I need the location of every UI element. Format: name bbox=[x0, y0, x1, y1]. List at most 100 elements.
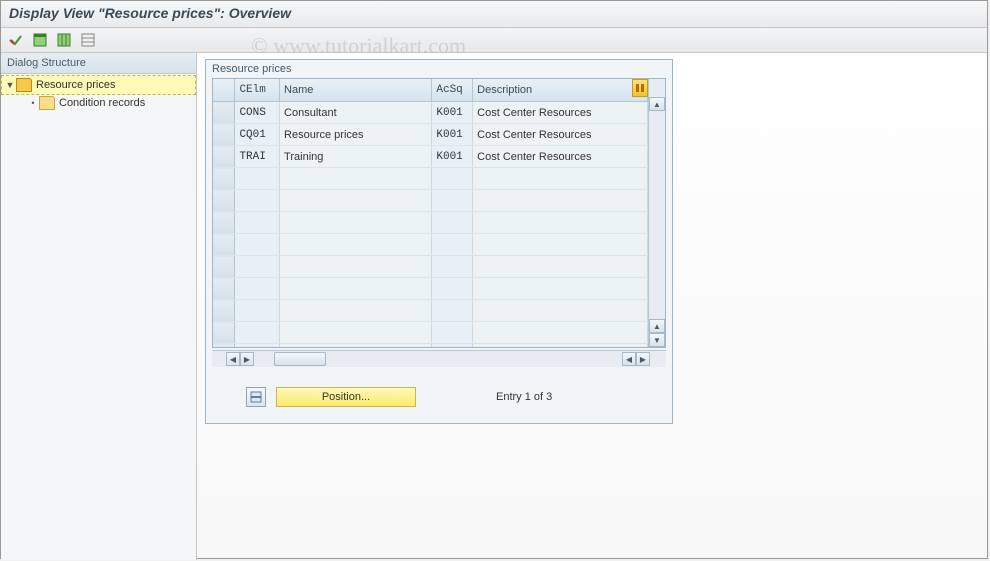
table-row-empty[interactable] bbox=[213, 190, 648, 212]
table-row[interactable]: CONSConsultantK001Cost Center Resources bbox=[213, 102, 648, 124]
position-button[interactable]: Position... bbox=[276, 387, 416, 407]
cell-celm[interactable] bbox=[235, 300, 280, 322]
cell-celm[interactable] bbox=[235, 168, 280, 190]
tree-item-condition-records[interactable]: • Condition records bbox=[1, 94, 196, 112]
table-row-empty[interactable] bbox=[213, 322, 648, 344]
hscroll-track[interactable] bbox=[254, 352, 622, 366]
cell-name[interactable] bbox=[280, 256, 432, 278]
table-row[interactable]: TRAITrainingK001Cost Center Resources bbox=[213, 146, 648, 168]
cell-acsq[interactable] bbox=[432, 322, 473, 344]
table-row-empty[interactable] bbox=[213, 212, 648, 234]
table-row[interactable]: CQ01Resource pricesK001Cost Center Resou… bbox=[213, 124, 648, 146]
cell-acsq[interactable] bbox=[432, 256, 473, 278]
cell-acsq[interactable] bbox=[432, 300, 473, 322]
panel-title: Resource prices bbox=[206, 60, 672, 78]
cell-description[interactable] bbox=[473, 256, 648, 278]
cell-description[interactable]: Cost Center Resources bbox=[473, 102, 648, 124]
cell-celm[interactable] bbox=[235, 278, 280, 300]
table-row-empty[interactable] bbox=[213, 168, 648, 190]
cell-celm[interactable] bbox=[235, 190, 280, 212]
row-selector[interactable] bbox=[213, 278, 235, 300]
table-row-empty[interactable] bbox=[213, 278, 648, 300]
cell-celm[interactable] bbox=[235, 256, 280, 278]
cell-description[interactable] bbox=[473, 278, 648, 300]
scroll-down-icon[interactable]: ▼ bbox=[649, 333, 665, 347]
row-selector[interactable] bbox=[213, 344, 235, 348]
cell-celm[interactable]: CQ01 bbox=[235, 124, 280, 146]
scroll-up-icon[interactable]: ▲ bbox=[649, 97, 665, 111]
cell-description[interactable]: Cost Center Resources bbox=[473, 124, 648, 146]
table-row-empty[interactable] bbox=[213, 300, 648, 322]
cell-acsq[interactable]: K001 bbox=[432, 124, 473, 146]
export-icon[interactable] bbox=[79, 31, 97, 49]
tree-toggle-icon[interactable]: ▼ bbox=[4, 80, 16, 90]
row-selector[interactable] bbox=[213, 300, 235, 322]
cell-description[interactable]: Cost Center Resources bbox=[473, 146, 648, 168]
cell-celm[interactable]: TRAI bbox=[235, 146, 280, 168]
cell-name[interactable] bbox=[280, 344, 432, 348]
row-selector[interactable] bbox=[213, 256, 235, 278]
col-header-description[interactable]: Description bbox=[473, 79, 648, 102]
cell-celm[interactable] bbox=[235, 322, 280, 344]
cell-description[interactable] bbox=[473, 322, 648, 344]
row-selector[interactable] bbox=[213, 190, 235, 212]
select-all-icon[interactable] bbox=[7, 31, 25, 49]
cell-description[interactable] bbox=[473, 234, 648, 256]
cell-acsq[interactable] bbox=[432, 234, 473, 256]
row-selector[interactable] bbox=[213, 212, 235, 234]
cell-description[interactable] bbox=[473, 344, 648, 348]
cell-acsq[interactable]: K001 bbox=[432, 102, 473, 124]
row-selector[interactable] bbox=[213, 146, 235, 168]
scroll-right-end-icon[interactable]: ▶ bbox=[636, 352, 650, 366]
cell-acsq[interactable] bbox=[432, 278, 473, 300]
table-row-empty[interactable] bbox=[213, 234, 648, 256]
horizontal-scrollbar[interactable]: ◀ ▶ ◀ ▶ bbox=[212, 350, 666, 367]
row-selector[interactable] bbox=[213, 102, 235, 124]
cell-name[interactable] bbox=[280, 322, 432, 344]
table-row-empty[interactable] bbox=[213, 256, 648, 278]
col-header-name[interactable]: Name bbox=[280, 79, 432, 102]
tree-item-resource-prices[interactable]: ▼ Resource prices bbox=[1, 75, 196, 95]
cell-description[interactable] bbox=[473, 212, 648, 234]
cell-name[interactable]: Resource prices bbox=[280, 124, 432, 146]
table-row-empty[interactable] bbox=[213, 344, 648, 348]
position-icon[interactable] bbox=[246, 387, 266, 407]
cell-name[interactable]: Training bbox=[280, 146, 432, 168]
row-selector-header[interactable] bbox=[213, 79, 235, 102]
cell-acsq[interactable] bbox=[432, 168, 473, 190]
cell-acsq[interactable] bbox=[432, 190, 473, 212]
vertical-scrollbar[interactable]: ▲ ▲ ▼ bbox=[648, 79, 665, 347]
col-header-acsq[interactable]: AcSq bbox=[432, 79, 473, 102]
col-header-celm[interactable]: CElm bbox=[235, 79, 280, 102]
row-selector[interactable] bbox=[213, 124, 235, 146]
cell-celm[interactable]: CONS bbox=[235, 102, 280, 124]
cell-name[interactable] bbox=[280, 278, 432, 300]
cell-name[interactable] bbox=[280, 234, 432, 256]
row-selector[interactable] bbox=[213, 234, 235, 256]
cell-name[interactable]: Consultant bbox=[280, 102, 432, 124]
row-selector[interactable] bbox=[213, 322, 235, 344]
cell-name[interactable] bbox=[280, 168, 432, 190]
cell-description[interactable] bbox=[473, 190, 648, 212]
table-settings-icon[interactable] bbox=[31, 31, 49, 49]
scroll-right-icon[interactable]: ◀ bbox=[622, 352, 636, 366]
cell-celm[interactable] bbox=[235, 234, 280, 256]
table-config-icon[interactable] bbox=[632, 79, 648, 97]
scroll-down-partial-icon[interactable]: ▲ bbox=[649, 319, 665, 333]
scroll-left-end-icon[interactable]: ◀ bbox=[226, 352, 240, 366]
cell-celm[interactable] bbox=[235, 212, 280, 234]
tree-bullet-icon: • bbox=[27, 98, 39, 108]
cell-name[interactable] bbox=[280, 212, 432, 234]
cell-celm[interactable] bbox=[235, 344, 280, 348]
cell-name[interactable] bbox=[280, 300, 432, 322]
cell-acsq[interactable] bbox=[432, 344, 473, 348]
cell-description[interactable] bbox=[473, 168, 648, 190]
columns-icon[interactable] bbox=[55, 31, 73, 49]
cell-acsq[interactable] bbox=[432, 212, 473, 234]
scroll-left-icon[interactable]: ▶ bbox=[240, 352, 254, 366]
hscroll-thumb[interactable] bbox=[274, 352, 326, 366]
cell-name[interactable] bbox=[280, 190, 432, 212]
cell-acsq[interactable]: K001 bbox=[432, 146, 473, 168]
row-selector[interactable] bbox=[213, 168, 235, 190]
cell-description[interactable] bbox=[473, 300, 648, 322]
